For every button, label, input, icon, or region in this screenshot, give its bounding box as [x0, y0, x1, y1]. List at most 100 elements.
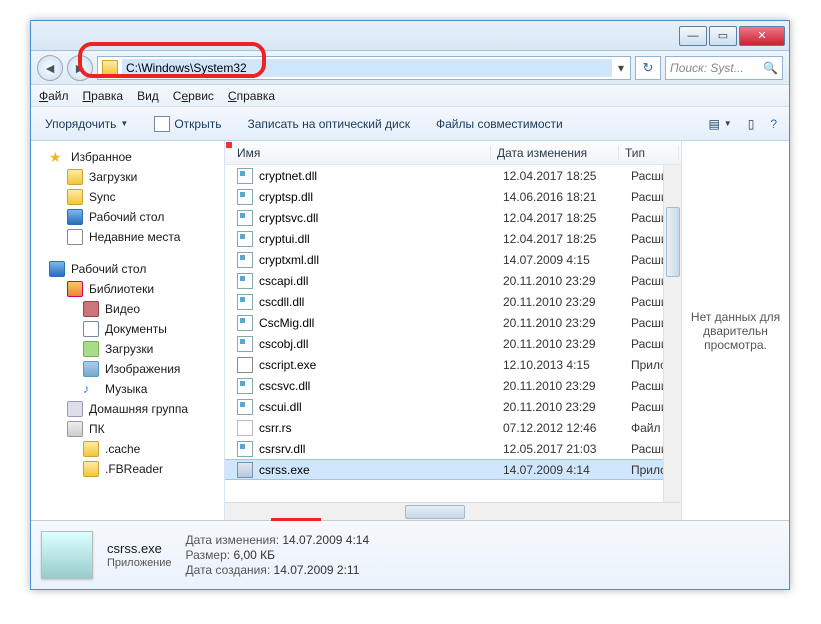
- file-row[interactable]: cscript.exe12.10.2013 4:15Прило: [225, 354, 681, 375]
- nav-images[interactable]: Изображения: [31, 359, 224, 379]
- scrollbar-thumb[interactable]: [666, 207, 680, 277]
- close-button[interactable]: ✕: [739, 26, 785, 46]
- file-name: cscdll.dll: [259, 295, 503, 309]
- file-row[interactable]: cryptui.dll12.04.2017 18:25Расши: [225, 228, 681, 249]
- file-row[interactable]: cscobj.dll20.11.2010 23:29Расши: [225, 333, 681, 354]
- file-list[interactable]: cryptnet.dll12.04.2017 18:25Расшиcryptsp…: [225, 165, 681, 502]
- nav-desktop-fav[interactable]: Рабочий стол: [31, 207, 224, 227]
- menu-help[interactable]: Справка: [228, 89, 275, 103]
- file-row[interactable]: cscui.dll20.11.2010 23:29Расши: [225, 396, 681, 417]
- address-dropdown[interactable]: ▾: [612, 61, 630, 75]
- file-name: cryptsp.dll: [259, 190, 503, 204]
- file-row[interactable]: cryptsvc.dll12.04.2017 18:25Расши: [225, 207, 681, 228]
- libraries-icon: [67, 281, 83, 297]
- folder-icon: [83, 461, 99, 477]
- address-field[interactable]: ▾: [97, 56, 631, 80]
- file-icon: [237, 462, 253, 478]
- file-date: 12.04.2017 18:25: [503, 232, 631, 246]
- maximize-button[interactable]: ▭: [709, 26, 737, 46]
- file-icon: [237, 210, 253, 226]
- nav-cache[interactable]: .cache: [31, 439, 224, 459]
- col-date[interactable]: Дата изменения: [491, 146, 619, 160]
- menu-view[interactable]: Вид: [137, 89, 159, 103]
- file-name: csrsrv.dll: [259, 442, 503, 456]
- file-row[interactable]: CscMig.dll20.11.2010 23:29Расши: [225, 312, 681, 333]
- nav-recent[interactable]: Недавние места: [31, 227, 224, 247]
- file-date: 20.11.2010 23:29: [503, 274, 631, 288]
- nav-favorites[interactable]: ★Избранное: [31, 147, 224, 167]
- file-date: 12.05.2017 21:03: [503, 442, 631, 456]
- search-box[interactable]: Поиск: Syst... 🔍: [665, 56, 783, 80]
- computer-icon: [67, 421, 83, 437]
- titlebar[interactable]: — ▭ ✕: [31, 21, 789, 51]
- file-icon: [237, 273, 253, 289]
- file-icon: [237, 357, 253, 373]
- file-name: cscapi.dll: [259, 274, 503, 288]
- nav-libraries[interactable]: Библиотеки: [31, 279, 224, 299]
- file-name: csrr.rs: [259, 421, 503, 435]
- folder-icon: [67, 189, 83, 205]
- open-button[interactable]: Открыть: [148, 113, 227, 135]
- nav-video[interactable]: Видео: [31, 299, 224, 319]
- file-name: cryptnet.dll: [259, 169, 503, 183]
- file-icon: [237, 294, 253, 310]
- file-date: 20.11.2010 23:29: [503, 379, 631, 393]
- nav-downloads[interactable]: Загрузки: [31, 167, 224, 187]
- scrollbar-thumb[interactable]: [405, 505, 465, 519]
- details-filename: csrss.exe: [107, 541, 172, 556]
- file-date: 20.11.2010 23:29: [503, 316, 631, 330]
- forward-button[interactable]: ►: [67, 55, 93, 81]
- nav-pc[interactable]: ПК: [31, 419, 224, 439]
- address-input[interactable]: [122, 59, 612, 77]
- annotation-underline: [271, 518, 321, 521]
- burn-button[interactable]: Записать на оптический диск: [241, 114, 416, 134]
- organize-button[interactable]: Упорядочить▼: [39, 114, 134, 134]
- menu-edit[interactable]: Правка: [83, 89, 124, 103]
- file-row[interactable]: cscapi.dll20.11.2010 23:29Расши: [225, 270, 681, 291]
- file-name: cscui.dll: [259, 400, 503, 414]
- menu-tools[interactable]: Сервис: [173, 89, 214, 103]
- nav-downloads-lib[interactable]: Загрузки: [31, 339, 224, 359]
- back-button[interactable]: ◄: [37, 55, 63, 81]
- nav-homegroup[interactable]: Домашняя группа: [31, 399, 224, 419]
- file-row[interactable]: cscsvc.dll20.11.2010 23:29Расши: [225, 375, 681, 396]
- file-row[interactable]: csrr.rs07.12.2012 12:46Файл ": [225, 417, 681, 438]
- file-row[interactable]: cryptsp.dll14.06.2016 18:21Расши: [225, 186, 681, 207]
- minimize-button[interactable]: —: [679, 26, 707, 46]
- file-icon: [237, 420, 253, 436]
- col-name[interactable]: Имя: [231, 146, 491, 160]
- compat-button[interactable]: Файлы совместимости: [430, 114, 569, 134]
- file-date: 12.04.2017 18:25: [503, 211, 631, 225]
- nav-desktop[interactable]: Рабочий стол: [31, 259, 224, 279]
- view-mode-button[interactable]: ▤ ▼: [704, 115, 735, 133]
- nav-documents[interactable]: Документы: [31, 319, 224, 339]
- column-headers: Имя Дата изменения Тип: [225, 141, 681, 165]
- nav-fbreader[interactable]: .FBReader: [31, 459, 224, 479]
- file-date: 14.06.2016 18:21: [503, 190, 631, 204]
- help-button[interactable]: ?: [766, 115, 781, 133]
- col-type[interactable]: Тип: [619, 146, 679, 160]
- file-row[interactable]: csrsrv.dll12.05.2017 21:03Расши: [225, 438, 681, 459]
- nav-pane[interactable]: ★Избранное Загрузки Sync Рабочий стол Не…: [31, 141, 225, 520]
- nav-sync[interactable]: Sync: [31, 187, 224, 207]
- file-date: 12.10.2013 4:15: [503, 358, 631, 372]
- file-row[interactable]: cryptnet.dll12.04.2017 18:25Расши: [225, 165, 681, 186]
- search-placeholder: Поиск: Syst...: [670, 61, 744, 75]
- menu-file[interactable]: Файл: [39, 89, 69, 103]
- file-row[interactable]: cryptxml.dll14.07.2009 4:15Расши: [225, 249, 681, 270]
- file-row[interactable]: cscdll.dll20.11.2010 23:29Расши: [225, 291, 681, 312]
- file-name: cscobj.dll: [259, 337, 503, 351]
- details-modified: 14.07.2009 4:14: [282, 533, 369, 547]
- details-created: 14.07.2009 2:11: [274, 563, 360, 577]
- file-row[interactable]: csrss.exe14.07.2009 4:14Прило: [225, 459, 681, 480]
- preview-pane-button[interactable]: ▯: [744, 115, 759, 133]
- address-bar: ◄ ► ▾ ↻ Поиск: Syst... 🔍: [31, 51, 789, 85]
- details-size: 6,00 КБ: [233, 548, 275, 562]
- music-icon: ♪: [83, 381, 99, 397]
- vertical-scrollbar[interactable]: [663, 165, 681, 502]
- nav-music[interactable]: ♪Музыка: [31, 379, 224, 399]
- refresh-button[interactable]: ↻: [635, 56, 661, 80]
- file-name: cryptsvc.dll: [259, 211, 503, 225]
- recent-icon: [67, 229, 83, 245]
- file-icon: [237, 189, 253, 205]
